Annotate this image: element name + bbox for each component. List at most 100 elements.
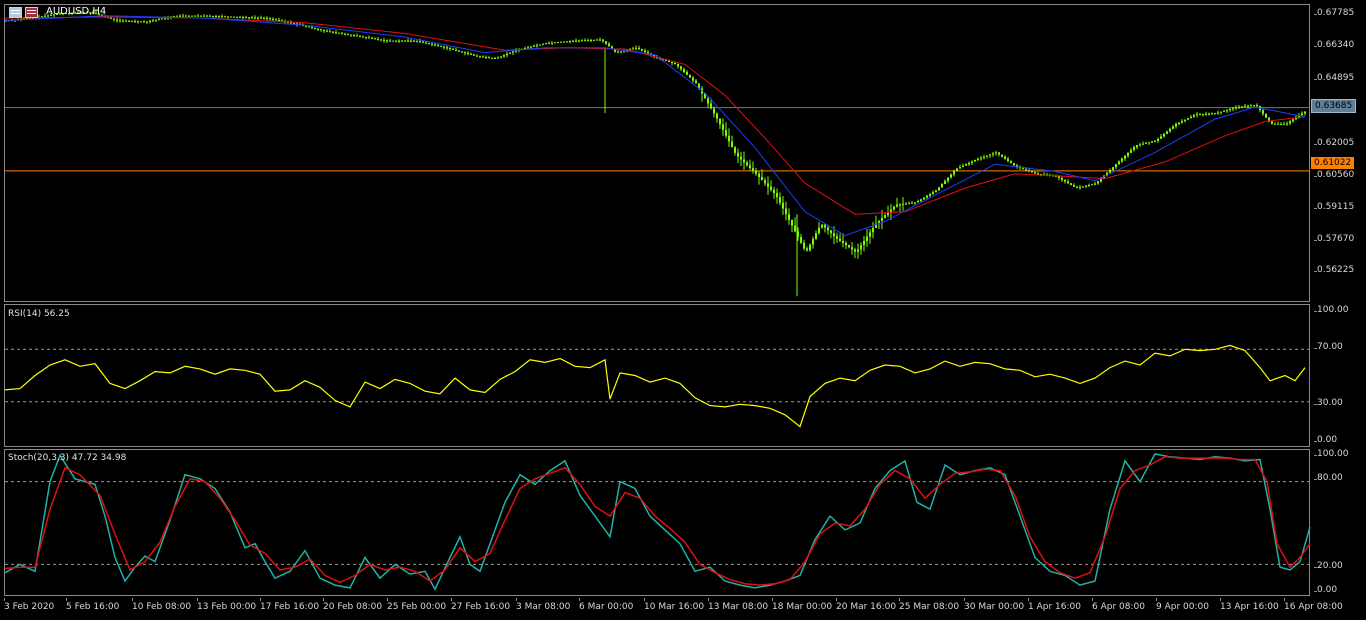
candle-body [794,225,796,232]
candle-body [554,42,556,44]
candle-body [257,17,259,19]
candle-body [584,40,586,42]
candle-body [1226,109,1228,111]
candle-body [452,48,454,50]
candle-body [917,201,919,203]
candle-body [725,130,727,136]
candle-body [896,204,898,207]
candle-body [176,15,178,17]
candle-body [188,15,190,17]
candle-body [713,108,715,114]
candle-body [785,208,787,215]
candle-body [215,15,217,17]
candle-body [845,242,847,246]
candle-body [692,77,694,81]
candle-body [182,15,184,17]
candle-body [761,177,763,181]
candle-body [374,38,376,40]
candle-body [683,69,685,73]
candle-body [974,160,976,162]
candle-body [1175,123,1177,127]
candle-body [128,20,130,22]
candle-body [938,187,940,191]
candle-body [332,31,334,33]
candle-body [563,41,565,43]
candle-body [536,45,538,47]
candle-body [464,52,466,54]
candle-body [923,197,925,200]
candle-body [1013,163,1015,166]
candle-body [839,238,841,241]
candle-body [758,173,760,178]
time-tick: 20 Mar 16:00 [836,598,897,612]
candle-body [1115,164,1117,168]
candle-body [407,40,409,42]
candle-body [971,161,973,163]
candle-body [908,203,910,205]
candle-body [983,156,985,158]
candle-body [608,43,610,47]
candle-body [470,53,472,55]
candle-body [1061,177,1063,180]
price-axis[interactable]: 0.67785 0.66340 0.64895 0.63450 0.62005 … [1311,0,1366,302]
candle-body [752,168,754,171]
candle-body [911,202,913,204]
candle-body [137,21,139,23]
time-axis[interactable]: 3 Feb 2020 5 Feb 16:00 10 Feb 08:00 13 F… [0,598,1366,620]
candle-body [245,17,247,19]
candle-body [872,228,874,233]
candle-body [950,174,952,178]
candle-body [1163,133,1165,137]
stoch-axis: 100.00 80.00 20.00 0.00 [1311,449,1366,596]
candle-body [1193,115,1195,117]
candle-body [986,155,988,157]
candle-body [347,34,349,36]
candle-body [479,56,481,58]
candle-body [377,38,379,40]
candle-body [119,20,121,22]
candle-body [1169,128,1171,132]
candle-body [1187,118,1189,120]
candle-body [1238,106,1240,108]
candle-body [1139,144,1141,146]
candle-body [1088,184,1090,186]
candle-body [404,40,406,42]
candle-body [365,37,367,39]
candle-body [551,42,553,44]
candle-body [902,203,904,205]
candle-body [209,15,211,17]
candle-body [1301,113,1303,116]
candle-body [587,40,589,42]
candle-body [278,20,280,22]
candle-body [860,245,862,250]
level-price-tag: 0.61022 [1311,157,1355,169]
candle-body [1121,158,1123,162]
candle-body [416,40,418,42]
candle-body [485,56,487,58]
candle-body [689,74,691,78]
candle-body [632,48,634,50]
candle-body [506,53,508,56]
candle-body [719,118,721,125]
candle-body [203,15,205,17]
candle-body [1004,156,1006,159]
candle-body [737,152,739,157]
candle-body [989,154,991,156]
candle-body [1232,108,1234,110]
candle-body [854,249,856,252]
candle-body [533,45,535,47]
candle-body [437,45,439,47]
candle-body [926,195,928,198]
candle-body [248,17,250,19]
candle-body [161,18,163,20]
candle-body [1079,187,1081,189]
candle-body [959,167,961,169]
stoch-tick: 100.00 [1314,449,1349,459]
candle-body [560,41,562,43]
candle-body [635,47,637,49]
candle-body [1142,143,1144,145]
candle-body [641,49,643,51]
candle-body [1145,142,1147,144]
candle-body [527,47,529,49]
candle-body [1253,105,1255,107]
